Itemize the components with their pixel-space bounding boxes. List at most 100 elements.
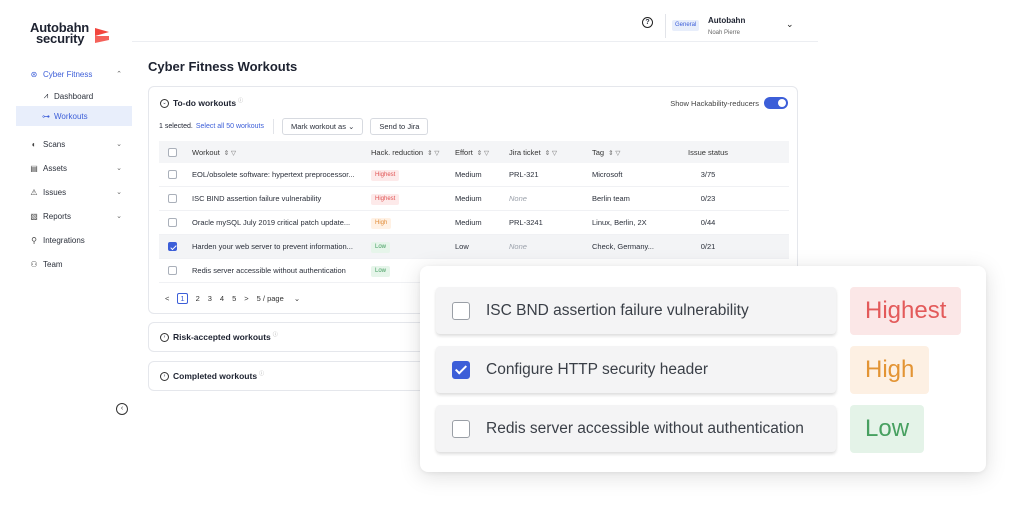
sort-filter-icon[interactable]: ⇕ ▽ [224, 150, 236, 157]
row-checkbox[interactable] [168, 266, 177, 276]
callout-row[interactable]: Configure HTTP security header [436, 346, 836, 393]
column-header-issue-status[interactable]: Issue status [678, 148, 738, 157]
issue-status-cell: 3/75 [700, 170, 716, 179]
issue-status-cell: 0/44 [700, 218, 716, 227]
help-icon[interactable]: ? [642, 17, 653, 28]
send-to-jira-button[interactable]: Send to Jira [370, 118, 429, 135]
row-checkbox[interactable] [168, 242, 177, 252]
page-5-button[interactable]: 5 [232, 294, 236, 303]
sidebar-item-scans[interactable]: ◐ Scans ⌄ [16, 132, 132, 156]
column-header-effort[interactable]: Effort ⇕ ▽ [455, 148, 509, 157]
page-3-button[interactable]: 3 [208, 294, 212, 303]
sidebar-item-team[interactable]: ⚇ Team [16, 252, 132, 276]
completed-title: Completed workouts [173, 371, 258, 381]
page-1-button[interactable]: 1 [177, 293, 188, 304]
selection-count: 1 selected. [159, 123, 193, 130]
column-header-jira[interactable]: Jira ticket ⇕ ▽ [509, 148, 592, 157]
team-icon: ⚇ [30, 259, 38, 269]
sidebar-item-cyber-fitness[interactable]: ⊛ Cyber Fitness ⌃ [16, 62, 132, 86]
chevron-up-icon: ⌃ [116, 71, 122, 78]
hack-reduction-badge: Highest [371, 169, 400, 181]
workout-cell[interactable]: ISC BIND assertion failure vulnerability [192, 194, 371, 203]
sidebar-item-reports[interactable]: ▧ Reports ⌄ [16, 204, 132, 228]
column-header-workout[interactable]: Workout ⇕ ▽ [192, 148, 371, 157]
user-name: Noah Pierre [708, 30, 741, 36]
collapse-sidebar-icon[interactable]: ‹ [116, 403, 128, 415]
sidebar-item-label: Cyber Fitness [43, 69, 93, 79]
sidebar-item-dashboard[interactable]: ⩘ Dashboard [16, 86, 132, 106]
column-header-hack-reduction[interactable]: Hack. reduction ⇕ ▽ [371, 148, 455, 157]
callout-checkbox[interactable] [452, 360, 470, 379]
chevron-down-icon: ⌄ [116, 141, 122, 148]
hackability-toggle[interactable] [764, 97, 788, 109]
row-checkbox[interactable] [168, 194, 177, 204]
prev-page-button[interactable]: < [165, 294, 169, 303]
page-size-label: 5 / page [256, 294, 284, 303]
hack-cell: Highest [371, 169, 455, 181]
collapse-chevron-icon: ⌄ [160, 98, 169, 108]
select-all-link[interactable]: Select all 50 workouts [196, 123, 264, 130]
tag-cell: Check, Germany... [592, 242, 654, 251]
completed-panel[interactable]: › Completed workouts ⓘ [148, 361, 448, 391]
hack-cell: High [371, 217, 455, 229]
effort-cell: Low [455, 242, 469, 251]
page-size-select[interactable]: 5 / page ⌄ [257, 294, 309, 303]
org-name[interactable]: Autobahn [708, 16, 745, 25]
zoom-callout-card: ISC BND assertion failure vulnerability … [420, 266, 986, 472]
risk-accepted-panel[interactable]: › Risk-accepted workouts ⓘ [148, 322, 448, 352]
info-icon: ⓘ [259, 370, 265, 377]
sidebar-item-assets[interactable]: ▤ Assets ⌄ [16, 156, 132, 180]
sidebar-item-workouts[interactable]: ⊶ Workouts [16, 106, 132, 126]
callout-checkbox[interactable] [452, 419, 470, 438]
workout-cell[interactable]: Redis server accessible without authenti… [192, 266, 371, 275]
workout-cell[interactable]: Harden your web server to prevent inform… [192, 242, 371, 251]
next-page-button[interactable]: > [244, 294, 248, 303]
callout-checkbox[interactable] [452, 301, 470, 320]
assets-icon: ▤ [30, 163, 38, 173]
table-row[interactable]: Oracle mySQL July 2019 critical patch up… [159, 211, 789, 235]
table-row[interactable]: Harden your web server to prevent inform… [159, 235, 789, 259]
logo[interactable]: Autobahn security [30, 21, 110, 48]
todo-panel-header[interactable]: ⌄ To-do workouts ⓘ [160, 98, 243, 108]
header-select-cell [159, 147, 192, 157]
select-all-checkbox[interactable] [168, 147, 177, 157]
top-header: ? General Autobahn Noah Pierre ⌄ [132, 0, 818, 42]
row-checkbox[interactable] [168, 218, 177, 228]
jira-cell[interactable]: PRL-321 [509, 170, 592, 179]
workout-cell[interactable]: Oracle mySQL July 2019 critical patch up… [192, 218, 371, 227]
table-row[interactable]: EOL/obsolete software: hypertext preproc… [159, 163, 789, 187]
workouts-icon: ⊶ [42, 111, 50, 121]
page-2-button[interactable]: 2 [196, 294, 200, 303]
risk-accepted-title: Risk-accepted workouts [173, 332, 271, 342]
table-row[interactable]: ISC BIND assertion failure vulnerability… [159, 187, 789, 211]
tag-cell: Berlin team [592, 194, 630, 203]
sidebar-item-label: Issues [43, 187, 67, 197]
callout-level-badge: High [850, 346, 930, 394]
row-select-cell [159, 266, 192, 276]
callout-row[interactable]: ISC BND assertion failure vulnerability [436, 287, 836, 334]
sidebar-item-label: Reports [43, 211, 72, 221]
workout-cell[interactable]: EOL/obsolete software: hypertext preproc… [192, 170, 371, 179]
callout-row-label: Configure HTTP security header [486, 360, 708, 378]
sidebar-item-integrations[interactable]: ⚲ Integrations [16, 228, 132, 252]
mark-workout-label: Mark workout as [290, 122, 346, 131]
row-select-cell [159, 170, 192, 180]
sort-filter-icon[interactable]: ⇕ ▽ [477, 150, 489, 157]
sort-filter-icon[interactable]: ⇕ ▽ [608, 150, 620, 157]
row-checkbox[interactable] [168, 170, 177, 180]
org-switcher-chevron-icon[interactable]: ⌄ [786, 19, 794, 30]
mark-workout-button[interactable]: Mark workout as ⌄ [281, 118, 364, 135]
sidebar-item-issues[interactable]: ⚠ Issues ⌄ [16, 180, 132, 204]
chart-icon: ⩘ [43, 91, 49, 100]
bulk-action-bar: 1 selected. Select all 50 workouts Mark … [159, 118, 435, 135]
sort-filter-icon[interactable]: ⇕ ▽ [427, 150, 439, 157]
workouts-table: Workout ⇕ ▽ Hack. reduction ⇕ ▽ Effort ⇕ ▽ … [159, 141, 789, 283]
jira-cell: None [509, 194, 527, 203]
sidebar-item-label: Scans [43, 139, 66, 149]
sort-filter-icon[interactable]: ⇕ ▽ [545, 150, 557, 157]
column-header-tag[interactable]: Tag ⇕ ▽ [592, 148, 678, 157]
jira-cell[interactable]: PRL-3241 [509, 218, 592, 227]
expand-chevron-icon: › [160, 371, 169, 381]
page-4-button[interactable]: 4 [220, 294, 224, 303]
callout-row[interactable]: Redis server accessible without authenti… [436, 405, 836, 452]
